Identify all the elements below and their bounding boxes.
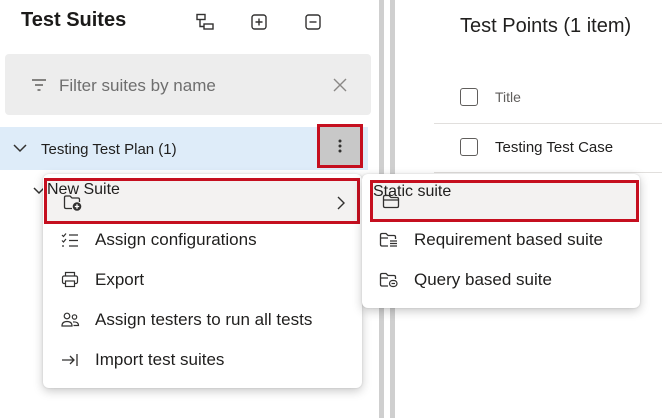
menu-item-import[interactable]: Import test suites — [43, 340, 362, 380]
menu-item-label: Import test suites — [95, 350, 225, 369]
filter-box[interactable]: Filter suites by name — [5, 54, 371, 115]
expand-all-button[interactable] — [248, 11, 270, 33]
hierarchy-button[interactable] — [194, 11, 216, 33]
menu-item-label: Query based suite — [414, 270, 552, 289]
tree-item-label: Testing Test Plan (1) — [41, 141, 177, 158]
menu-item-new-suite[interactable]: New Suite — [44, 178, 360, 224]
import-icon — [62, 354, 78, 366]
checklist-icon — [61, 233, 78, 247]
menu-item-assign-configurations[interactable]: Assign configurations — [43, 220, 362, 260]
filter-input[interactable]: Filter suites by name — [59, 76, 216, 96]
menu-item-requirement-suite[interactable]: Requirement based suite — [362, 220, 640, 260]
submenu: Static suite Requirement based suite Que… — [362, 174, 640, 308]
menu-item-label: New Suite — [47, 181, 120, 198]
folder-icon — [382, 194, 400, 209]
clear-icon[interactable] — [333, 78, 347, 92]
filter-icon — [32, 79, 46, 91]
new-folder-icon — [63, 195, 82, 211]
panel-title: Test Suites — [21, 9, 127, 31]
menu-item-label: Assign testers to run all tests — [95, 310, 313, 329]
expand-all-icon — [251, 14, 267, 30]
select-all-checkbox[interactable] — [460, 88, 478, 106]
collapse-all-button[interactable] — [302, 11, 324, 33]
menu-item-label: Assign configurations — [95, 230, 257, 249]
context-menu: New Suite Assign configurations Export A… — [43, 174, 362, 388]
menu-item-label: Export — [95, 270, 145, 289]
menu-item-static-suite[interactable]: Static suite — [370, 180, 639, 222]
menu-item-export[interactable]: Export — [43, 260, 362, 300]
test-points-title: Test Points (1 item) — [460, 15, 632, 37]
chevron-right-icon — [337, 196, 345, 210]
more-options-button[interactable] — [317, 124, 363, 168]
divider — [434, 172, 662, 173]
tree-item-root[interactable]: Testing Test Plan (1) — [0, 127, 368, 170]
more-vertical-icon — [338, 139, 342, 153]
folder-query-icon — [379, 272, 398, 288]
people-icon — [61, 312, 80, 327]
menu-item-assign-testers[interactable]: Assign testers to run all tests — [43, 300, 362, 340]
folder-list-icon — [379, 232, 397, 247]
menu-item-query-suite[interactable]: Query based suite — [362, 260, 640, 300]
column-header-title[interactable]: Title — [495, 89, 521, 105]
menu-item-label: Requirement based suite — [414, 230, 604, 249]
chevron-down-icon[interactable] — [13, 143, 27, 153]
row-checkbox[interactable] — [460, 138, 478, 156]
printer-icon — [61, 271, 79, 288]
hierarchy-icon — [196, 13, 214, 30]
divider — [434, 123, 662, 124]
table-row[interactable]: Testing Test Case — [495, 139, 613, 156]
collapse-all-icon — [305, 14, 321, 30]
